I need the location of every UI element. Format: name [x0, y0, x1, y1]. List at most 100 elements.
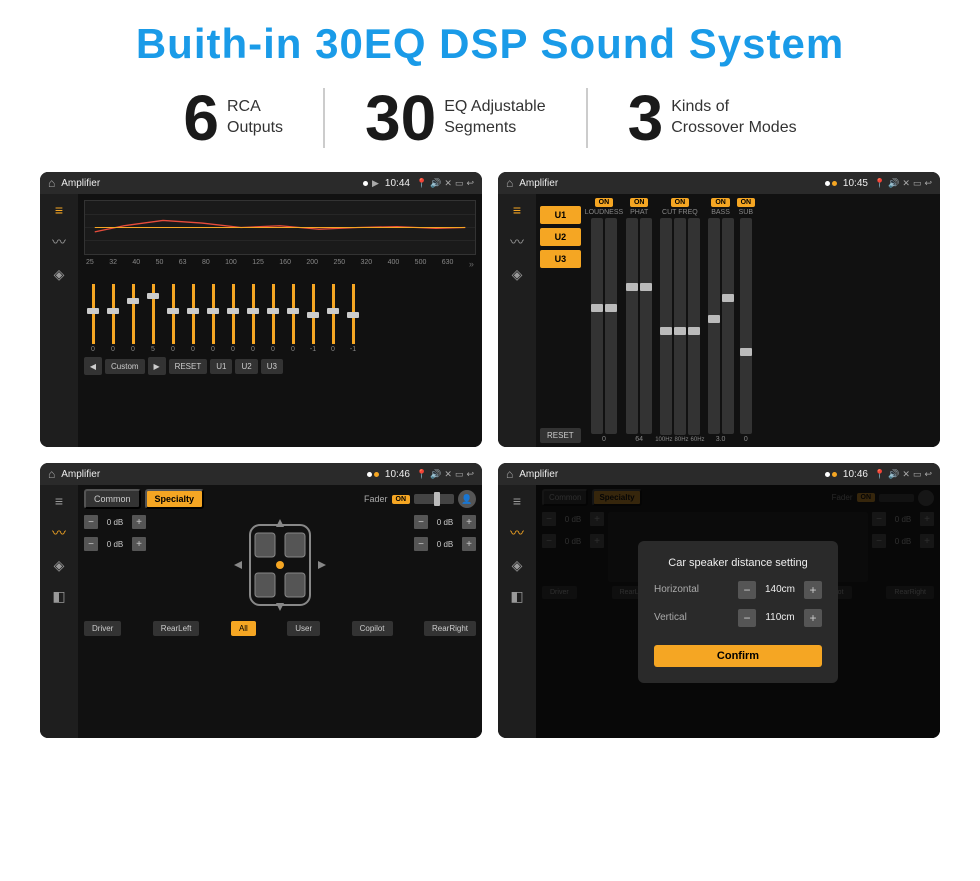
- cv-close-icon[interactable]: ✕: [902, 178, 910, 189]
- slider-80[interactable]: 0: [184, 284, 202, 353]
- specialty-tab[interactable]: Specialty: [145, 489, 205, 509]
- confirm-button[interactable]: Confirm: [654, 645, 822, 667]
- close-icon[interactable]: ✕: [444, 178, 452, 189]
- slider-100[interactable]: 0: [204, 284, 222, 353]
- fader-spk-icon[interactable]: ◈: [54, 557, 65, 574]
- loudness-slider-l[interactable]: [591, 218, 603, 434]
- common-tab[interactable]: Common: [84, 489, 141, 509]
- dialog-wave-icon[interactable]: 〰: [510, 523, 524, 543]
- db-plus-tr[interactable]: +: [462, 515, 476, 529]
- cutfreq-on[interactable]: ON: [671, 198, 690, 207]
- more-icon[interactable]: »: [469, 259, 474, 269]
- db-plus-br[interactable]: +: [462, 537, 476, 551]
- next-button[interactable]: ▶: [148, 357, 166, 375]
- crossover-home-icon[interactable]: ⌂: [506, 176, 513, 190]
- slider-500[interactable]: -1: [344, 284, 362, 353]
- crossover-status-dots: [825, 181, 837, 186]
- phat-slider-l[interactable]: [626, 218, 638, 434]
- cutfreq-slider-r[interactable]: [674, 218, 686, 435]
- rearright-btn[interactable]: RearRight: [424, 621, 476, 636]
- phat-slider-r[interactable]: [640, 218, 652, 434]
- slider-50[interactable]: 5: [144, 284, 162, 353]
- cv-wave-icon[interactable]: 〰: [510, 232, 524, 252]
- eq-main: 25 32 40 50 63 80 100 125 160 200 250 32…: [78, 194, 482, 447]
- u3-button[interactable]: U3: [261, 359, 283, 374]
- dialog-home-icon[interactable]: ⌂: [506, 467, 513, 481]
- dialog-vol-icon[interactable]: ◧: [510, 588, 523, 605]
- cutfreq-slider-m[interactable]: [688, 218, 700, 435]
- eq-icon[interactable]: ≡: [55, 202, 63, 218]
- sub-on[interactable]: ON: [737, 198, 756, 207]
- slider-400[interactable]: 0: [324, 284, 342, 353]
- home-icon[interactable]: ⌂: [48, 176, 55, 190]
- bass-slider-l[interactable]: [708, 218, 720, 434]
- driver-btn[interactable]: Driver: [84, 621, 121, 636]
- vertical-plus[interactable]: +: [804, 609, 822, 627]
- dialog-back-icon[interactable]: ↩: [924, 469, 932, 480]
- db-minus-br[interactable]: −: [414, 537, 428, 551]
- slider-40[interactable]: 0: [124, 284, 142, 353]
- fader-tabs-row: Common Specialty Fader ON 👤: [84, 489, 476, 509]
- slider-160[interactable]: 0: [244, 284, 262, 353]
- cv-back-icon[interactable]: ↩: [924, 178, 932, 189]
- fader-vol-icon[interactable]: ◧: [52, 588, 65, 605]
- reset-button[interactable]: RESET: [169, 359, 208, 374]
- rearleft-btn[interactable]: RearLeft: [153, 621, 200, 636]
- slider-125[interactable]: 0: [224, 284, 242, 353]
- fader-eq-icon[interactable]: ≡: [55, 493, 63, 509]
- fader-back-icon[interactable]: ↩: [466, 469, 474, 480]
- db-minus-tl[interactable]: −: [84, 515, 98, 529]
- back-icon[interactable]: ↩: [466, 178, 474, 189]
- slider-25[interactable]: 0: [84, 284, 102, 353]
- fader-left-controls: − 0 dB + − 0 dB +: [84, 515, 146, 615]
- user-btn[interactable]: User: [287, 621, 320, 636]
- dialog-eq-icon[interactable]: ≡: [513, 493, 521, 509]
- slider-32[interactable]: 0: [104, 284, 122, 353]
- fader-close-icon[interactable]: ✕: [444, 469, 452, 480]
- speaker-sidebar-icon[interactable]: ◈: [54, 266, 65, 283]
- u2-button[interactable]: U2: [235, 359, 257, 374]
- slider-320[interactable]: -1: [304, 284, 322, 353]
- cutfreq-slider-l[interactable]: [660, 218, 672, 435]
- db-minus-tr[interactable]: −: [414, 515, 428, 529]
- profile-icon[interactable]: 👤: [458, 490, 476, 508]
- db-plus-bl[interactable]: +: [132, 537, 146, 551]
- u2-cv-button[interactable]: U2: [540, 228, 581, 246]
- cv-eq-icon[interactable]: ≡: [513, 202, 521, 218]
- prev-button[interactable]: ◀: [84, 357, 102, 375]
- fader-on-btn[interactable]: ON: [392, 495, 411, 504]
- phat-on[interactable]: ON: [630, 198, 649, 207]
- horizontal-stepper: − 140cm +: [738, 581, 822, 599]
- bass-on[interactable]: ON: [711, 198, 730, 207]
- u3-cv-button[interactable]: U3: [540, 250, 581, 268]
- sub-slider[interactable]: [740, 218, 752, 434]
- cv-speaker-sidebar-icon[interactable]: ◈: [512, 266, 523, 283]
- wave-icon[interactable]: 〰: [52, 232, 66, 252]
- slider-200[interactable]: 0: [264, 284, 282, 353]
- u1-button[interactable]: U1: [210, 359, 232, 374]
- loudness-label: LOUDNESS: [585, 209, 624, 216]
- fader-h-slider[interactable]: [414, 494, 454, 504]
- loudness-slider-r[interactable]: [605, 218, 617, 434]
- loudness-on[interactable]: ON: [595, 198, 614, 207]
- sub-label: SUB: [739, 209, 753, 216]
- dialog-spk-icon[interactable]: ◈: [512, 557, 523, 574]
- fader-home-icon[interactable]: ⌂: [48, 467, 55, 481]
- slider-250[interactable]: 0: [284, 284, 302, 353]
- horizontal-minus[interactable]: −: [738, 581, 756, 599]
- vertical-minus[interactable]: −: [738, 609, 756, 627]
- phat-col: ON PHAT 64: [626, 198, 652, 443]
- horizontal-plus[interactable]: +: [804, 581, 822, 599]
- u1-cv-button[interactable]: U1: [540, 206, 581, 224]
- db-minus-bl[interactable]: −: [84, 537, 98, 551]
- db-plus-tl[interactable]: +: [132, 515, 146, 529]
- db-value-bl: 0 dB: [101, 540, 129, 549]
- preset-label: Custom: [105, 359, 145, 374]
- all-btn[interactable]: All: [231, 621, 256, 636]
- fader-wave-icon[interactable]: 〰: [52, 523, 66, 543]
- bass-slider-r[interactable]: [722, 218, 734, 434]
- dialog-close-icon[interactable]: ✕: [902, 469, 910, 480]
- copilot-btn[interactable]: Copilot: [352, 621, 393, 636]
- cv-reset-button[interactable]: RESET: [540, 428, 581, 443]
- slider-63[interactable]: 0: [164, 284, 182, 353]
